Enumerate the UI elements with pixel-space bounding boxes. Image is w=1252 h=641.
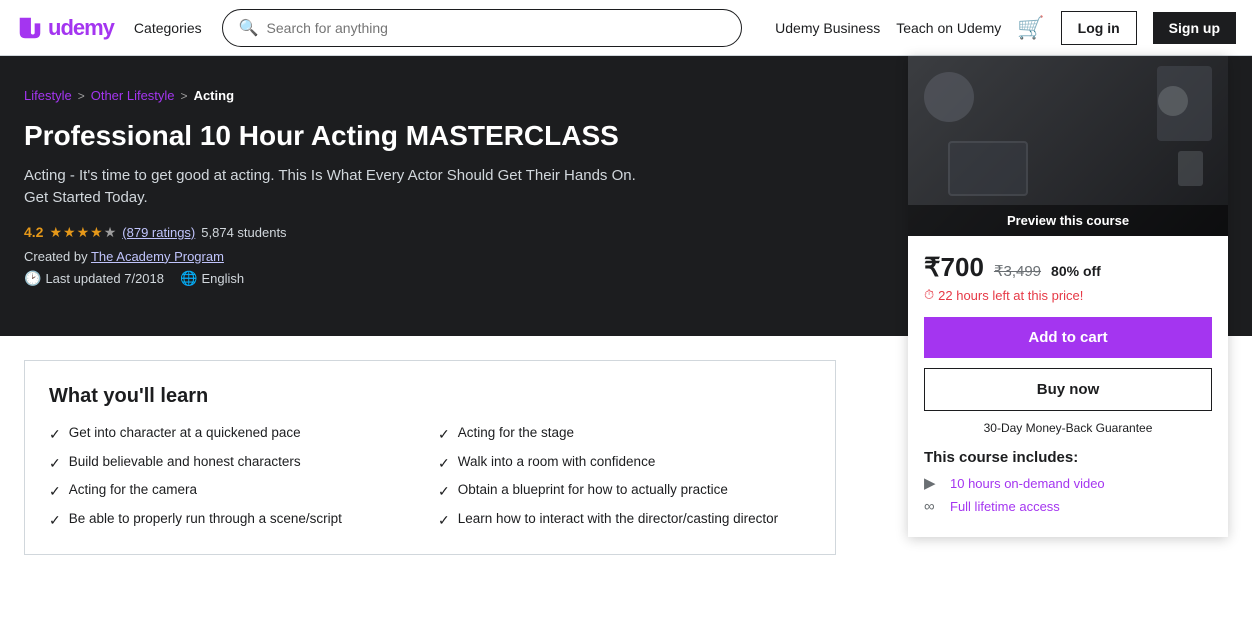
includes-video-text[interactable]: 10 hours on-demand video xyxy=(950,476,1105,491)
last-updated: 🕑 Last updated 7/2018 xyxy=(24,270,164,287)
buy-now-button[interactable]: Buy now xyxy=(924,368,1212,411)
language-item: 🌐 English xyxy=(180,270,244,287)
learn-item: ✓ Be able to properly run through a scene… xyxy=(49,510,422,531)
breadcrumb-sep-1: > xyxy=(78,89,85,103)
deco-reel xyxy=(1178,151,1203,186)
learn-item: ✓ Obtain a blueprint for how to actually … xyxy=(438,481,811,502)
deco-circle-small xyxy=(1158,86,1188,116)
current-price: ₹700 xyxy=(924,252,984,283)
header-right: Udemy Business Teach on Udemy 🛒 Log in S… xyxy=(775,11,1236,45)
learn-item: ✓ Build believable and honest characters xyxy=(49,453,422,474)
breadcrumb: Lifestyle > Other Lifestyle > Acting xyxy=(24,88,644,103)
check-icon: ✓ xyxy=(49,454,61,474)
creator-link[interactable]: The Academy Program xyxy=(91,249,224,264)
check-icon: ✓ xyxy=(49,511,61,531)
star-3: ★ xyxy=(77,224,90,241)
learn-grid: ✓Get into character at a quickened pace✓… xyxy=(49,424,811,530)
learn-item-text: Build believable and honest characters xyxy=(69,453,301,472)
update-icon: 🕑 xyxy=(24,270,41,287)
star-2: ★ xyxy=(63,224,76,241)
search-icon: 🔍 xyxy=(239,18,259,38)
creator-prefix: Created by xyxy=(24,249,88,264)
stars: ★ ★ ★ ★ ★ xyxy=(49,224,116,241)
cart-icon[interactable]: 🛒 xyxy=(1017,15,1044,41)
card-body: ₹700 ₹3,499 80% off ⏱ 22 hours left at t… xyxy=(908,236,1228,537)
check-icon: ✓ xyxy=(438,425,450,445)
breadcrumb-sep-2: > xyxy=(181,89,188,103)
deco-laptop xyxy=(948,141,1028,196)
course-preview[interactable]: ▶ Preview this course xyxy=(908,56,1228,236)
search-bar: 🔍 xyxy=(222,9,742,47)
creator-row: Created by The Academy Program xyxy=(24,249,644,264)
breadcrumb-other-lifestyle[interactable]: Other Lifestyle xyxy=(91,88,175,103)
logo[interactable]: udemy xyxy=(16,14,114,42)
learn-item: ✓ Acting for the stage xyxy=(438,424,811,445)
learn-item-text: Acting for the stage xyxy=(458,424,574,443)
star-4: ★ xyxy=(90,224,103,241)
course-title: Professional 10 Hour Acting MASTERCLASS xyxy=(24,119,644,153)
course-card: ▶ Preview this course ₹700 ₹3,499 80% of… xyxy=(908,56,1228,537)
learn-item-text: Learn how to interact with the director/… xyxy=(458,510,778,529)
hero-content: Lifestyle > Other Lifestyle > Acting Pro… xyxy=(24,88,644,287)
learn-item: ✓ Learn how to interact with the director… xyxy=(438,510,811,531)
check-icon: ✓ xyxy=(438,482,450,502)
ratings-link[interactable]: (879 ratings) xyxy=(122,225,195,240)
course-subtitle: Acting - It's time to get good at acting… xyxy=(24,165,644,210)
guarantee-text: 30-Day Money-Back Guarantee xyxy=(924,421,1212,435)
includes-lifetime: ∞ Full lifetime access xyxy=(924,498,1212,515)
learn-item-text: Be able to properly run through a scene/… xyxy=(69,510,342,529)
price-row: ₹700 ₹3,499 80% off xyxy=(924,252,1212,283)
last-updated-text: Last updated 7/2018 xyxy=(45,271,164,286)
teach-on-udemy-link[interactable]: Teach on Udemy xyxy=(896,20,1001,36)
language-text: English xyxy=(201,271,244,286)
learn-item-text: Get into character at a quickened pace xyxy=(69,424,301,443)
urgency-text: 22 hours left at this price! xyxy=(938,288,1083,303)
learn-section: What you'll learn ✓ Get into character at… xyxy=(24,360,836,555)
discount-label: 80% off xyxy=(1051,263,1101,279)
learn-title: What you'll learn xyxy=(49,385,811,408)
check-icon: ✓ xyxy=(49,425,61,445)
rating-number: 4.2 xyxy=(24,224,43,240)
check-icon: ✓ xyxy=(438,511,450,531)
includes-video: ▶ 10 hours on-demand video xyxy=(924,474,1212,492)
search-input[interactable] xyxy=(267,20,725,36)
star-5: ★ xyxy=(104,224,117,241)
udemy-business-link[interactable]: Udemy Business xyxy=(775,20,880,36)
check-icon: ✓ xyxy=(49,482,61,502)
deco-circle-left xyxy=(924,72,974,122)
signup-button[interactable]: Sign up xyxy=(1153,12,1236,44)
globe-icon: 🌐 xyxy=(180,270,197,287)
video-icon: ▶ xyxy=(924,474,942,492)
meta-row: 🕑 Last updated 7/2018 🌐 English xyxy=(24,270,644,287)
learn-item-text: Walk into a room with confidence xyxy=(458,453,656,472)
original-price: ₹3,499 xyxy=(994,262,1041,280)
content-area: What you'll learn ✓ Get into character at… xyxy=(0,336,860,603)
includes-lifetime-text[interactable]: Full lifetime access xyxy=(950,499,1060,514)
rating-row: 4.2 ★ ★ ★ ★ ★ (879 ratings) 5,874 studen… xyxy=(24,224,644,241)
infinity-icon: ∞ xyxy=(924,498,942,515)
hero-wrapper: Lifestyle > Other Lifestyle > Acting Pro… xyxy=(0,56,1252,336)
check-icon: ✓ xyxy=(438,454,450,474)
includes-title: This course includes: xyxy=(924,449,1212,466)
learn-item: ✓ Walk into a room with confidence xyxy=(438,453,811,474)
breadcrumb-lifestyle[interactable]: Lifestyle xyxy=(24,88,72,103)
students-count: 5,874 students xyxy=(201,225,286,240)
login-button[interactable]: Log in xyxy=(1061,11,1137,45)
learn-item: ✓ Acting for the camera xyxy=(49,481,422,502)
urgency-message: ⏱ 22 hours left at this price! xyxy=(924,287,1212,303)
alarm-icon: ⏱ xyxy=(924,287,934,303)
learn-item-text: Obtain a blueprint for how to actually p… xyxy=(458,481,728,500)
preview-overlay-text: Preview this course xyxy=(908,205,1228,236)
star-1: ★ xyxy=(49,224,62,241)
header: udemy Categories 🔍 Udemy Business Teach … xyxy=(0,0,1252,56)
learn-item: ✓ Get into character at a quickened pace xyxy=(49,424,422,445)
categories-nav[interactable]: Categories xyxy=(134,20,202,36)
breadcrumb-acting: Acting xyxy=(194,88,234,103)
add-to-cart-button[interactable]: Add to cart xyxy=(924,317,1212,358)
hero-section: Lifestyle > Other Lifestyle > Acting Pro… xyxy=(0,56,1252,336)
learn-item-text: Acting for the camera xyxy=(69,481,197,500)
